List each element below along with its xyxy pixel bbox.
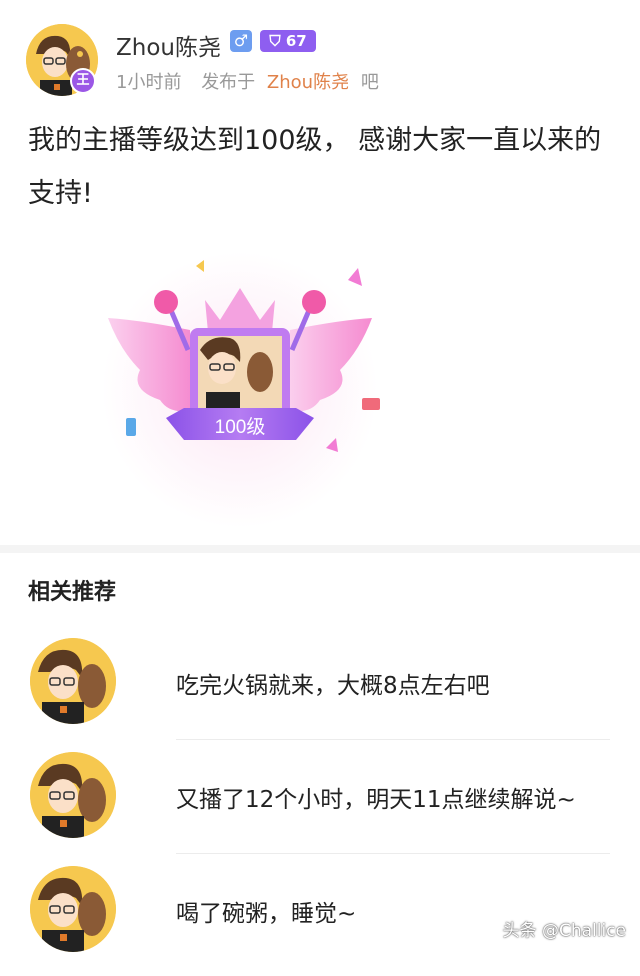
post-content: 我的主播等级达到100级， 感谢大家一直以来的支持! bbox=[28, 114, 618, 220]
list-item[interactable]: 又播了12个小时，明天11点继续解说~ bbox=[0, 752, 640, 862]
post-meta: 1小时前 发布于 Zhou陈尧 吧 bbox=[116, 68, 393, 94]
avatar bbox=[30, 752, 116, 838]
list-item-text: 喝了碗粥，睡觉~ bbox=[176, 894, 356, 928]
list-item[interactable]: 吃完火锅就来，大概8点左右吧 bbox=[0, 638, 640, 748]
gender-badge: ♂ bbox=[230, 30, 252, 52]
list-divider bbox=[176, 739, 610, 740]
list-divider bbox=[176, 853, 610, 854]
level-up-graphic: 100级 bbox=[100, 240, 400, 530]
avatar-illustration bbox=[30, 752, 116, 838]
username[interactable]: Zhou陈尧 bbox=[116, 28, 221, 62]
forum-link[interactable]: Zhou陈尧 bbox=[267, 72, 349, 93]
avatar-illustration bbox=[30, 638, 116, 724]
level-number: 67 bbox=[286, 32, 307, 50]
level-emblem: 100级 bbox=[100, 240, 400, 530]
avatar bbox=[30, 866, 116, 952]
post-time: 1小时前 bbox=[116, 72, 181, 93]
level-graphic-label: 100级 bbox=[215, 416, 266, 438]
level-badge: ⛉ 67 bbox=[260, 30, 316, 52]
watermark: 头条 @Challice bbox=[503, 916, 626, 941]
list-item-text: 又播了12个小时，明天11点继续解说~ bbox=[176, 780, 576, 814]
posted-in-label: 发布于 bbox=[201, 72, 255, 93]
list-item-text: 吃完火锅就来，大概8点左右吧 bbox=[176, 666, 490, 700]
related-title: 相关推荐 bbox=[28, 574, 116, 606]
post-header: 王 Zhou陈尧 ♂ ⛉ 67 1小时前 发布于 Zhou陈尧 吧 bbox=[0, 0, 640, 110]
section-divider bbox=[0, 545, 640, 553]
avatar-badge: 王 bbox=[70, 68, 96, 94]
avatar bbox=[30, 638, 116, 724]
forum-suffix: 吧 bbox=[361, 72, 379, 93]
avatar-illustration bbox=[30, 866, 116, 952]
shield-icon: ⛉ bbox=[269, 32, 280, 50]
